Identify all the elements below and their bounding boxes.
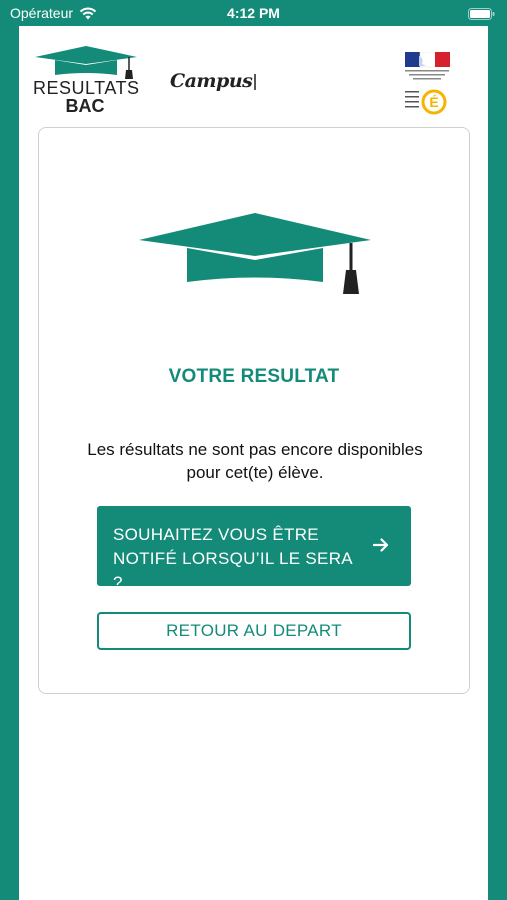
arrow-right-icon <box>373 538 389 552</box>
main-content: RESULTATS BAC Campus É VOTRE RESULTAT Le… <box>19 26 488 900</box>
campus-logo-text: Campus <box>170 70 253 92</box>
result-card: VOTRE RESULTAT Les résultats ne sont pas… <box>38 127 470 694</box>
graduation-cap-icon <box>139 213 371 294</box>
status-bar: Opérateur 4:12 PM <box>0 0 507 26</box>
education-nationale-icon: É <box>405 86 451 116</box>
notify-button[interactable]: SOUHAITEZ VOUS ÊTRE NOTIFÉ LORSQU’IL LE … <box>97 506 411 592</box>
notify-button-label: SOUHAITEZ VOUS ÊTRE NOTIFÉ LORSQU’IL LE … <box>113 525 352 592</box>
result-message: Les résultats ne sont pas encore disponi… <box>87 440 423 482</box>
header: RESULTATS BAC Campus É <box>19 26 488 126</box>
battery-icon <box>468 7 495 23</box>
svg-text:É: É <box>429 94 438 110</box>
back-to-start-button[interactable]: RETOUR AU DEPART <box>97 612 411 650</box>
campus-logo-bar <box>254 74 257 90</box>
logo-line-2: BAC <box>65 96 105 116</box>
resultats-bac-logo: RESULTATS BAC <box>33 44 139 118</box>
result-title: VOTRE RESULTAT <box>168 366 340 387</box>
clock: 4:12 PM <box>227 5 280 21</box>
campus-logo: Campus <box>170 70 257 92</box>
marianne-flag-icon <box>405 51 451 82</box>
